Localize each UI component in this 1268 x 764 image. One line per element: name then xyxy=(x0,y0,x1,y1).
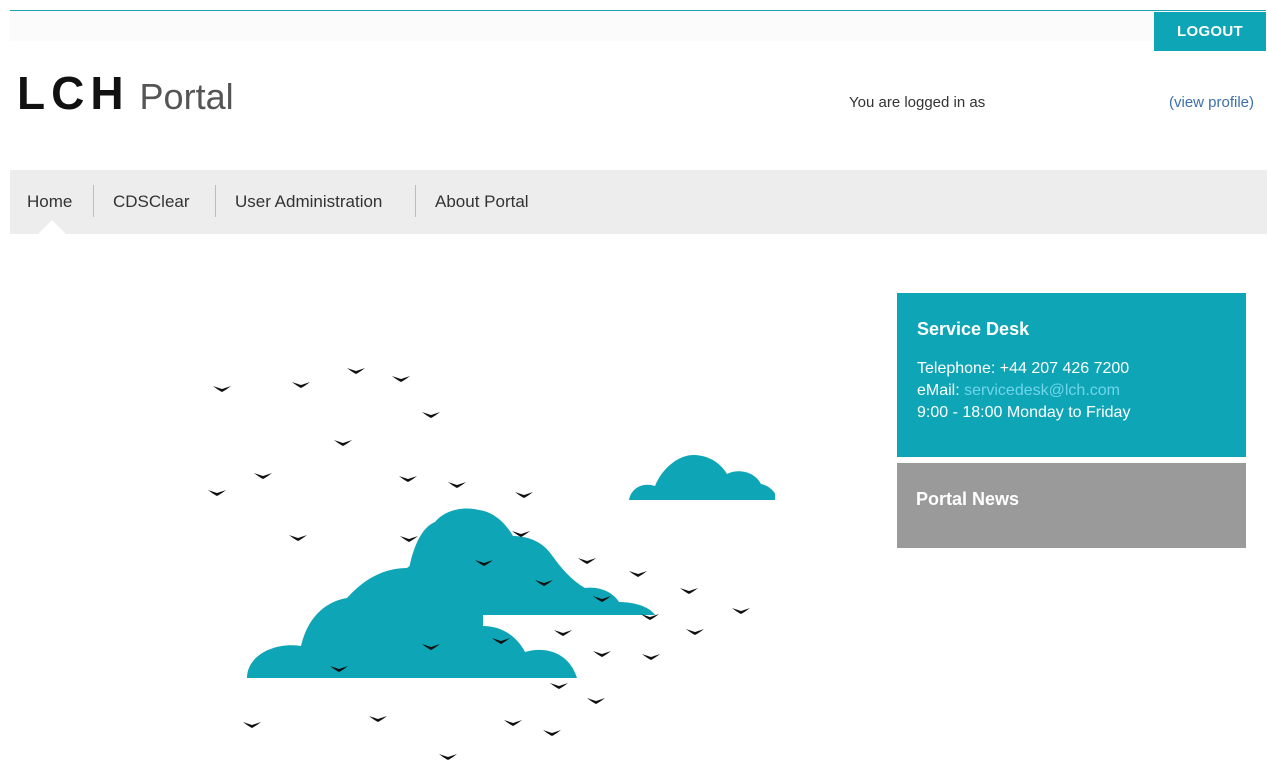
nav-item-cdsclear[interactable]: CDSClear xyxy=(113,170,190,234)
nav-divider xyxy=(415,185,416,217)
bird-icon xyxy=(515,492,533,498)
bird-icon xyxy=(732,608,750,614)
bird-icon xyxy=(629,571,647,577)
bird-icon xyxy=(399,476,417,482)
logo-mark: LCH xyxy=(17,67,130,119)
active-nav-caret xyxy=(38,220,66,234)
logged-in-label: You are logged in as xyxy=(849,94,986,111)
bird-icon xyxy=(642,654,660,660)
service-desk-email-label: eMail: xyxy=(917,382,960,399)
bird-icon xyxy=(504,720,522,726)
logo: LCH Portal xyxy=(17,70,234,116)
logout-button[interactable]: LOGOUT xyxy=(1154,12,1266,51)
bird-icon xyxy=(254,473,272,479)
bird-icon xyxy=(543,730,561,736)
nav-divider xyxy=(215,185,216,217)
bird-icon xyxy=(680,588,698,594)
bird-icon xyxy=(448,482,466,488)
bird-icon xyxy=(347,368,365,374)
service-desk-hours: 9:00 - 18:00 Monday to Friday xyxy=(917,404,1131,421)
logo-text: Portal xyxy=(139,76,234,117)
nav-item-about-portal[interactable]: About Portal xyxy=(435,170,529,234)
clouds-and-birds-illustration xyxy=(208,368,775,760)
bird-icon xyxy=(289,535,307,541)
portal-news-panel[interactable]: Portal News xyxy=(897,463,1246,548)
top-band xyxy=(10,11,1266,41)
cloud-medium-icon xyxy=(405,508,655,615)
bird-icon xyxy=(334,440,352,446)
bird-icon xyxy=(587,698,605,704)
service-desk-email-link[interactable]: servicedesk@lch.com xyxy=(964,382,1120,399)
bird-icon xyxy=(593,651,611,657)
bird-icon xyxy=(243,722,261,728)
bird-icon xyxy=(578,558,596,564)
bird-icon xyxy=(554,630,572,636)
bird-icon xyxy=(686,629,704,635)
service-desk-email-row: eMail: servicedesk@lch.com xyxy=(917,380,1226,402)
bird-icon xyxy=(208,490,226,496)
bird-icon xyxy=(550,683,568,689)
bird-icon xyxy=(392,376,410,382)
cloud-small-icon xyxy=(629,454,775,500)
service-desk-title: Service Desk xyxy=(917,319,1030,339)
service-desk-telephone: Telephone: +44 207 426 7200 xyxy=(917,360,1130,377)
main-nav: Home CDSClear User Administration About … xyxy=(10,170,1267,234)
bird-icon xyxy=(213,386,231,392)
bird-icon xyxy=(292,382,310,388)
view-profile-link[interactable]: (view profile) xyxy=(1169,94,1254,111)
nav-item-user-administration[interactable]: User Administration xyxy=(235,170,382,234)
nav-divider xyxy=(93,185,94,217)
bird-icon xyxy=(422,412,440,418)
bird-icon xyxy=(400,536,418,542)
bird-icon xyxy=(439,754,457,760)
service-desk-panel: Service Desk Telephone: +44 207 426 7200… xyxy=(897,293,1246,457)
bird-icon xyxy=(369,716,387,722)
